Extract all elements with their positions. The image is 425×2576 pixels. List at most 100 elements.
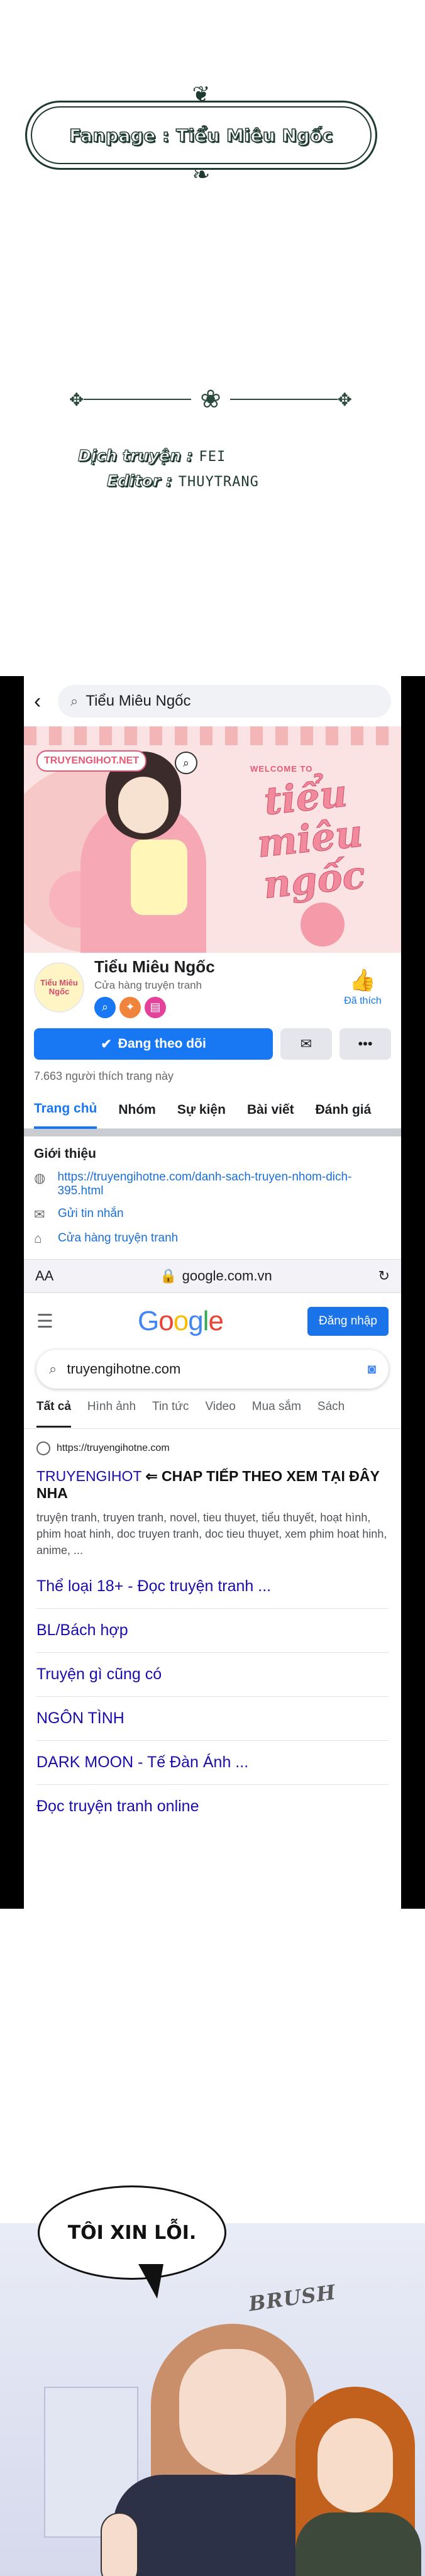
tab-events[interactable]: Sự kiện	[177, 1091, 226, 1129]
divider-line	[84, 399, 192, 400]
facebook-search-input[interactable]: ⌕ Tiểu Miêu Ngốc	[58, 685, 391, 718]
tab-groups[interactable]: Nhóm	[118, 1091, 156, 1129]
sitelink[interactable]: Đọc truyện tranh online	[36, 1785, 389, 1828]
signin-button[interactable]: Đăng nhập	[307, 1307, 389, 1336]
favicon-icon	[36, 1441, 50, 1455]
page-info: Tiểu Miêu Ngốc Tiểu Miêu Ngốc Cửa hàng t…	[24, 953, 401, 1022]
result-title-left: TRUYENGIHOT	[36, 1468, 141, 1484]
speech-bubble: TÔI XIN LỖI.	[38, 2185, 226, 2280]
sitelink[interactable]: BL/Bách hợp	[36, 1609, 389, 1653]
ornament-top-icon: ❦	[192, 82, 211, 107]
result-url: https://truyengihotne.com	[57, 1443, 170, 1453]
menu-icon[interactable]: ☰	[36, 1311, 53, 1333]
likes-count: 7.663 người thích trang này	[34, 1070, 174, 1082]
reload-icon[interactable]: ↻	[378, 1268, 390, 1284]
cover-character-face	[118, 777, 168, 833]
tag-icon: ⌂	[34, 1231, 42, 1246]
translator-value: FEI	[199, 449, 226, 465]
globe-icon: ◍	[34, 1171, 46, 1185]
sitelink[interactable]: Thể loại 18+ - Đọc truyện tranh ...	[36, 1565, 389, 1609]
back-arrow-icon[interactable]: ‹	[34, 689, 49, 714]
page-title: Tiểu Miêu Ngốc	[94, 957, 215, 976]
character-face	[179, 2349, 286, 2475]
intro-message-row[interactable]: ✉ Gửi tin nhắn	[34, 1207, 391, 1223]
safari-address-bar[interactable]: AA 🔒 google.com.vn ↻	[24, 1259, 401, 1293]
translator-credit: Dịch truyện : FEI	[77, 446, 226, 465]
editor-credit: Editor : THUYTRANG	[106, 471, 259, 490]
google-search-input[interactable]: ⌕ truyengihotne.com ◙	[36, 1350, 389, 1389]
more-icon: •••	[358, 1036, 373, 1052]
liked-label: Đã thích	[344, 996, 382, 1006]
text-size-button[interactable]: AA	[35, 1268, 53, 1284]
tab-images[interactable]: Hình ảnh	[87, 1400, 136, 1428]
divider-ornament: ✥ ❀ ✥	[69, 380, 352, 418]
sitelink[interactable]: Truyện gì cũng có	[36, 1653, 389, 1697]
safari-url[interactable]: 🔒 google.com.vn	[160, 1268, 272, 1284]
search-result: https://truyengihotne.com TRUYENGIHOT ⇐ …	[24, 1429, 401, 1565]
tab-video[interactable]: Video	[206, 1400, 236, 1428]
intro-heading: Giới thiệu	[34, 1146, 96, 1161]
page-tabs: Trang chủ Nhóm Sự kiện Bài viết Đánh giá	[24, 1091, 401, 1129]
ornament-bottom-icon: ❧	[192, 162, 211, 187]
divider-line	[229, 399, 338, 400]
messenger-icon: ✉	[300, 1036, 312, 1052]
character-hand	[101, 2512, 138, 2576]
follow-label: Đang theo dõi	[118, 1036, 206, 1051]
shop-badge-icon[interactable]: ✦	[119, 996, 141, 1018]
google-tabs: Tất cả Hình ảnh Tin tức Video Mua sắm Sá…	[24, 1389, 401, 1429]
page-names: Tiểu Miêu Ngốc Cửa hàng truyện tranh ⌕ ✦…	[94, 957, 324, 1018]
cover-ribbon	[24, 726, 401, 745]
tab-shopping[interactable]: Mua sắm	[252, 1400, 301, 1428]
intro-link[interactable]: https://truyengihotne.com/danh-sach-truy…	[58, 1170, 391, 1198]
tab-reviews[interactable]: Đánh giá	[316, 1091, 372, 1129]
speech-text: TÔI XIN LỖI.	[67, 2221, 197, 2244]
liked-button[interactable]: 👍 Đã thích	[334, 968, 391, 1007]
editor-value: THUYTRANG	[178, 474, 259, 490]
intro-message[interactable]: Gửi tin nhắn	[58, 1207, 124, 1221]
result-snippet: truyện tranh, truyen tranh, novel, tieu …	[36, 1511, 387, 1557]
tab-news[interactable]: Tin tức	[152, 1400, 189, 1428]
fanpage-label: Fanpage : Tiểu Miêu Ngốc	[69, 125, 333, 147]
welcome-text: WELCOME TO	[250, 764, 313, 774]
cover-character-body	[131, 840, 187, 915]
facebook-search-bar: ‹ ⌕ Tiểu Miêu Ngốc	[24, 676, 401, 726]
section-separator	[24, 1129, 401, 1136]
search-badge-icon[interactable]: ⌕	[94, 996, 116, 1018]
messenger-button[interactable]: ✉	[280, 1028, 332, 1060]
sitelink[interactable]: DARK MOON - Tế Đàn Ánh ...	[36, 1741, 389, 1785]
intro-section: Giới thiệu ◍ https://truyengihotne.com/d…	[24, 1136, 401, 1259]
translator-label: Dịch truyện :	[77, 446, 193, 465]
lock-icon: 🔒	[160, 1268, 177, 1284]
page-category: Cửa hàng truyện tranh	[94, 979, 202, 991]
character-coat	[295, 2512, 421, 2576]
google-query: truyengihotne.com	[67, 1361, 181, 1377]
intro-link-row[interactable]: ◍ https://truyengihotne.com/danh-sach-tr…	[34, 1170, 391, 1198]
messenger-small-icon: ✉	[34, 1208, 45, 1222]
character-coat	[113, 2475, 327, 2576]
phone-screen: ‹ ⌕ Tiểu Miêu Ngốc TRUYENGIHOT.NET ⌕ WEL…	[24, 676, 401, 1909]
more-button[interactable]: •••	[339, 1028, 391, 1060]
google-logo[interactable]: Google	[138, 1306, 224, 1337]
sitelink[interactable]: NGÔN TÌNH	[36, 1697, 389, 1741]
page-actions: ✔ Đang theo dõi ✉ •••	[24, 1022, 401, 1066]
page-avatar[interactable]: Tiểu Miêu Ngốc	[34, 962, 84, 1013]
tab-books[interactable]: Sách	[317, 1400, 345, 1428]
cover-title: tiểu miêu ngốc	[255, 771, 368, 908]
follow-check-icon: ✔	[101, 1036, 112, 1052]
cover-photo[interactable]: TRUYENGIHOT.NET ⌕ WELCOME TO tiểu miêu n…	[24, 726, 401, 953]
lens-icon[interactable]: ◙	[368, 1361, 376, 1377]
character-face	[317, 2418, 393, 2512]
book-badge-icon[interactable]: ▤	[145, 996, 166, 1018]
tab-home[interactable]: Trang chủ	[34, 1091, 97, 1129]
result-url-row[interactable]: https://truyengihotne.com	[36, 1441, 389, 1455]
intro-shop[interactable]: Cửa hàng truyện tranh	[58, 1231, 178, 1245]
search-icon: ⌕	[70, 693, 79, 709]
result-title[interactable]: TRUYENGIHOT ⇐ CHAP TIẾP THEO XEM TẠI ĐÂY…	[36, 1468, 389, 1502]
follow-button[interactable]: ✔ Đang theo dõi	[34, 1028, 273, 1060]
tab-all[interactable]: Tất cả	[36, 1400, 71, 1428]
intro-shop-row[interactable]: ⌂ Cửa hàng truyện tranh	[34, 1231, 391, 1246]
tab-posts[interactable]: Bài viết	[247, 1091, 294, 1129]
search-text: Tiểu Miêu Ngốc	[86, 692, 191, 709]
brand-tag: TRUYENGIHOT.NET	[36, 750, 147, 772]
phone-screenshot: ‹ ⌕ Tiểu Miêu Ngốc TRUYENGIHOT.NET ⌕ WEL…	[0, 676, 425, 1909]
